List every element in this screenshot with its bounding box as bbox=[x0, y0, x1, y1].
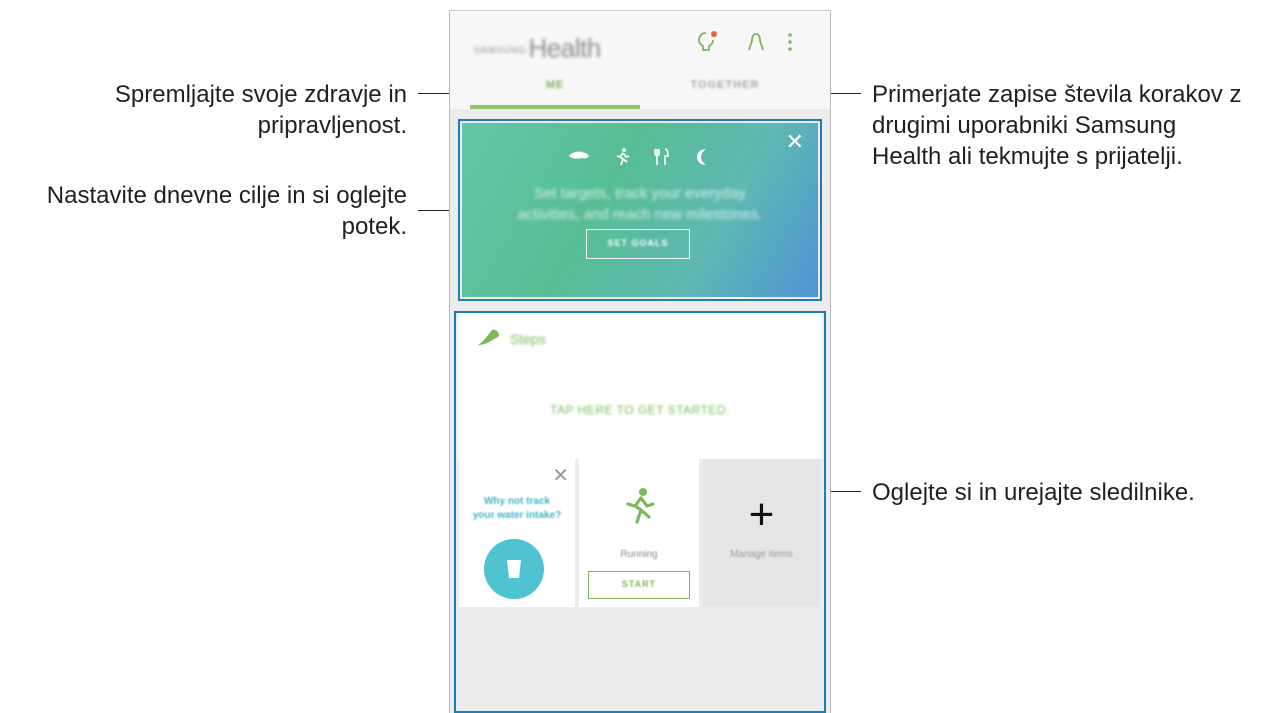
highlight-trackers bbox=[454, 311, 826, 713]
callout-set-goals: Nastavite dnevne cilje in si oglejte pot… bbox=[46, 182, 407, 240]
callout-together: Primerjate zapise števila korakov z drug… bbox=[872, 81, 1242, 170]
highlight-goals bbox=[458, 119, 822, 301]
profile-icon[interactable] bbox=[744, 29, 768, 55]
phone-screen: SAMSUNGHealth ME TOGETHER ✕ Set targets,… bbox=[449, 10, 831, 713]
tab-me[interactable]: ME bbox=[470, 79, 640, 91]
app-logo: SAMSUNGHealth bbox=[474, 33, 601, 63]
callout-trackers: Oglejte si in urejajte sledilnike. bbox=[872, 479, 1195, 506]
tab-together[interactable]: TOGETHER bbox=[640, 79, 810, 91]
tips-bulb-icon[interactable] bbox=[696, 29, 720, 55]
callout-track-health: Spremljajte svoje zdravje in pripravljen… bbox=[114, 81, 407, 139]
active-tab-indicator bbox=[470, 105, 640, 109]
app-bar: SAMSUNGHealth ME TOGETHER bbox=[450, 11, 830, 109]
more-options-icon[interactable] bbox=[784, 29, 796, 55]
